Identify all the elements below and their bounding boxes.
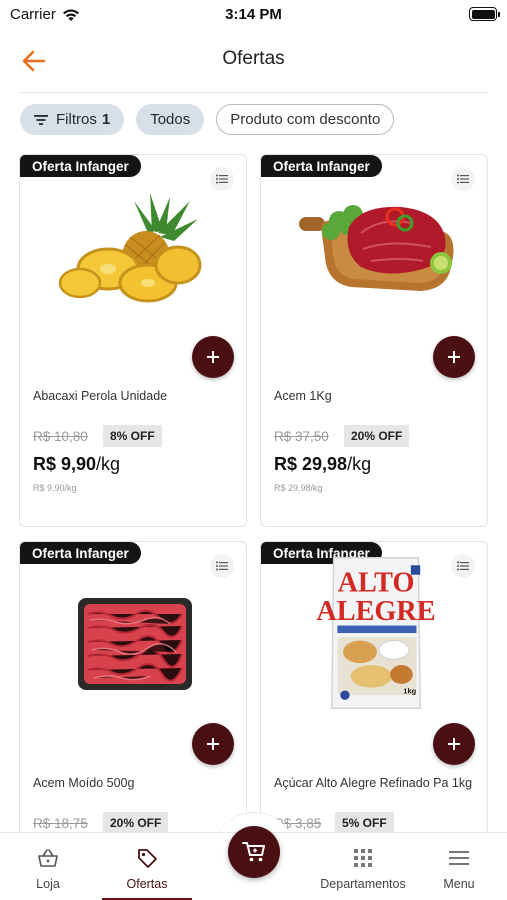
- plus-icon: [448, 351, 460, 363]
- pineapple-image: [58, 193, 202, 303]
- discount-badge: 8% OFF: [103, 425, 162, 447]
- nav-item-ofertas[interactable]: Ofertas: [112, 833, 182, 900]
- old-price: R$ 10,80: [33, 429, 88, 444]
- filters-chip-label: Filtros: [56, 111, 97, 128]
- old-price: R$ 37,50: [274, 429, 329, 444]
- nav-label-menu: Menu: [443, 877, 475, 891]
- price-value: R$ 9,90: [33, 454, 97, 474]
- discount-badge: 20% OFF: [103, 812, 169, 834]
- filters-count: 1: [101, 111, 111, 128]
- header: Ofertas: [0, 36, 507, 88]
- add-to-cart-button[interactable]: [433, 723, 475, 765]
- unit-price: R$ 29,98/kg: [274, 483, 323, 493]
- grid-icon: [354, 847, 372, 869]
- plus-icon: [207, 351, 219, 363]
- price-unit: /kg: [347, 454, 372, 474]
- discount-badge: 20% OFF: [344, 425, 410, 447]
- nav-item-departamentos[interactable]: Departamentos: [316, 833, 410, 900]
- filter-bar: Filtros 1 Todos Produto com desconto: [20, 104, 395, 136]
- product-card[interactable]: Oferta Infanger Acem 1Kg R$ 37,50 20% OF…: [260, 154, 488, 527]
- list-icon: [457, 174, 469, 184]
- ground-beef-tray-image: [78, 598, 192, 690]
- product-name: Acem Moído 500g: [33, 776, 135, 790]
- sugar-package-image: ALTO ALEGRE 1kg: [316, 557, 436, 710]
- price-unit: /kg: [96, 454, 121, 474]
- list-icon: [216, 561, 228, 571]
- todos-chip-label: Todos: [150, 111, 191, 128]
- status-time: 3:14 PM: [225, 6, 282, 23]
- price-value: R$ 29,98: [274, 454, 348, 474]
- cart-button[interactable]: [228, 826, 280, 878]
- nav-label-ofertas: Ofertas: [126, 877, 168, 891]
- old-price: R$ 18,75: [33, 816, 88, 831]
- package-weight: 1kg: [403, 686, 416, 695]
- add-to-cart-button[interactable]: [192, 723, 234, 765]
- plus-icon: [207, 738, 219, 750]
- nav-label-departamentos: Departamentos: [320, 877, 406, 891]
- produto-com-desconto-chip[interactable]: Produto com desconto: [216, 104, 395, 135]
- list-icon: [216, 174, 228, 184]
- brand-line-2: ALEGRE: [316, 596, 435, 627]
- basket-icon: [37, 847, 59, 869]
- product-name: Abacaxi Perola Unidade: [33, 389, 168, 403]
- product-name: Açúcar Alto Alegre Refinado Pa 1kg: [274, 776, 473, 790]
- tag-icon: [136, 847, 158, 869]
- product-card[interactable]: Oferta Infanger Acem Moído 500g R$ 18,75…: [19, 541, 247, 841]
- battery-icon: [469, 7, 500, 21]
- plus-icon: [448, 738, 460, 750]
- beef-on-board-image: [299, 205, 454, 291]
- unit-price: R$ 9,90/kg: [33, 483, 77, 493]
- desconto-chip-label: Produto com desconto: [230, 111, 381, 128]
- hamburger-icon: [449, 847, 469, 869]
- discount-badge: 5% OFF: [335, 812, 394, 834]
- current-price: R$ 9,90/kg: [33, 454, 120, 475]
- todos-chip[interactable]: Todos: [136, 104, 205, 135]
- brand-line-1: ALTO: [338, 568, 415, 599]
- filter-lines-icon: [34, 114, 48, 126]
- header-divider: [20, 92, 487, 93]
- add-to-cart-button[interactable]: [192, 336, 234, 378]
- current-price: R$ 29,98/kg: [274, 454, 371, 475]
- product-name: Acem 1Kg: [274, 389, 332, 403]
- status-bar: Carrier 3:14 PM: [0, 0, 507, 30]
- filters-chip[interactable]: Filtros 1: [20, 104, 125, 135]
- page-title: Ofertas: [222, 48, 285, 69]
- cart-icon: [242, 842, 265, 862]
- add-to-cart-button[interactable]: [433, 336, 475, 378]
- offer-badge: Oferta Infanger: [20, 542, 141, 564]
- offer-badge: Oferta Infanger: [20, 155, 141, 177]
- nav-label-loja: Loja: [36, 877, 60, 891]
- offer-badge: Oferta Infanger: [261, 155, 382, 177]
- product-card[interactable]: Oferta Infanger ALTO ALEGRE 1kg Açúcar A…: [260, 541, 488, 841]
- nav-item-menu[interactable]: Menu: [434, 833, 484, 900]
- product-card[interactable]: Oferta Infanger Abacaxi Perola Unidade R…: [19, 154, 247, 527]
- nav-item-loja[interactable]: Loja: [18, 833, 78, 900]
